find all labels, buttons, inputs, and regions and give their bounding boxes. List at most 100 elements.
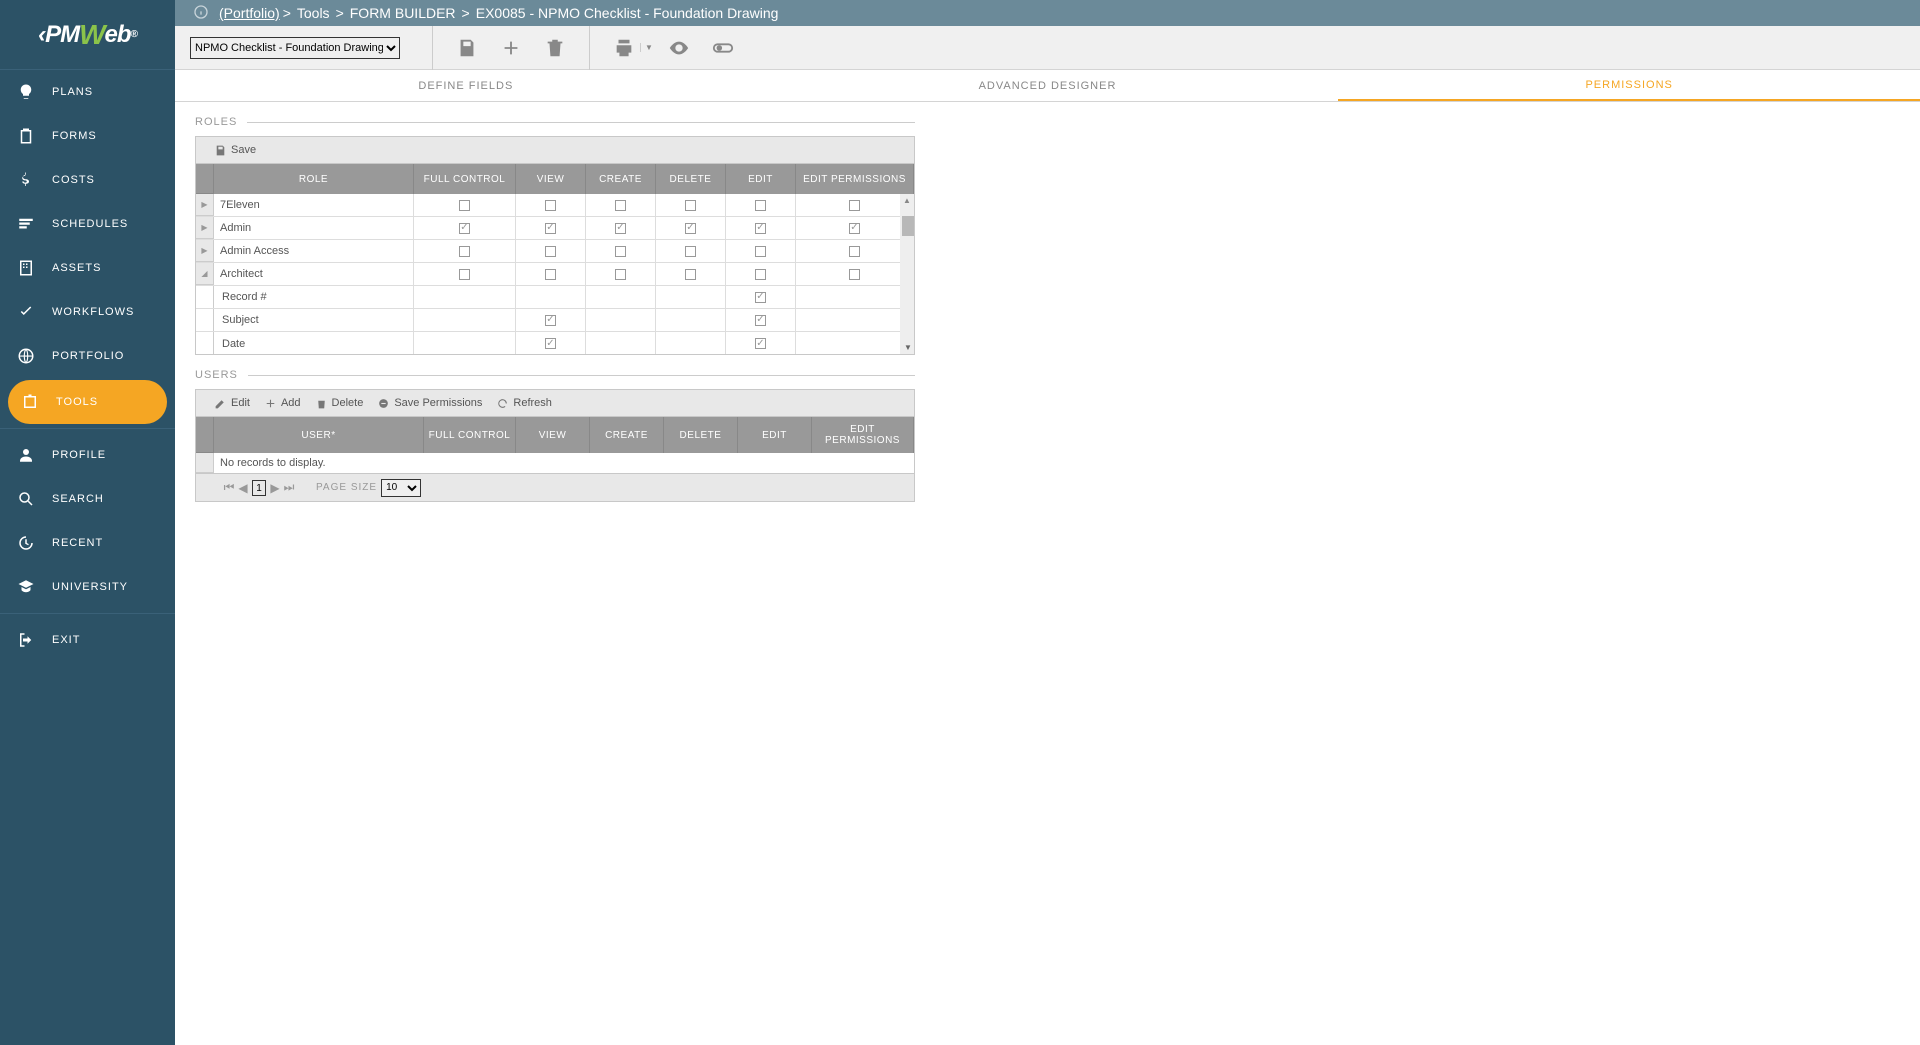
checkbox[interactable] bbox=[849, 223, 860, 234]
checkbox[interactable] bbox=[545, 338, 556, 349]
checkbox[interactable] bbox=[459, 200, 470, 211]
checkbox[interactable] bbox=[685, 200, 696, 211]
checkbox[interactable] bbox=[755, 246, 766, 257]
pager-last-icon[interactable]: ⏭ bbox=[282, 480, 296, 495]
nav-recent[interactable]: RECENT bbox=[0, 521, 175, 565]
col-create[interactable]: CREATE bbox=[586, 164, 656, 194]
col-user[interactable]: USER* bbox=[214, 417, 424, 453]
checkbox[interactable] bbox=[685, 269, 696, 280]
col-role[interactable]: ROLE bbox=[214, 164, 414, 194]
nav-university[interactable]: UNIVERSITY bbox=[0, 565, 175, 609]
checkbox[interactable] bbox=[755, 292, 766, 303]
table-row[interactable]: ◢ Architect bbox=[196, 263, 914, 286]
nav-workflows[interactable]: WORKFLOWS bbox=[0, 290, 175, 334]
nav-forms[interactable]: FORMS bbox=[0, 114, 175, 158]
checkbox[interactable] bbox=[615, 223, 626, 234]
checkbox[interactable] bbox=[545, 200, 556, 211]
nav-assets[interactable]: ASSETS bbox=[0, 246, 175, 290]
building-icon bbox=[14, 256, 38, 280]
checkbox[interactable] bbox=[615, 246, 626, 257]
col-fullcontrol[interactable]: FULL CONTROL bbox=[414, 164, 516, 194]
expand-icon[interactable]: ▶ bbox=[196, 217, 214, 239]
view-button[interactable] bbox=[663, 32, 695, 64]
breadcrumb-portfolio[interactable]: (Portfolio) bbox=[219, 5, 280, 21]
checkbox[interactable] bbox=[755, 200, 766, 211]
nav-search[interactable]: SEARCH bbox=[0, 477, 175, 521]
breadcrumb-formbuilder[interactable]: FORM BUILDER bbox=[350, 5, 456, 21]
collapse-icon[interactable]: ◢ bbox=[196, 263, 214, 285]
roles-save-button[interactable]: Save bbox=[214, 144, 256, 157]
breadcrumb-tools[interactable]: Tools bbox=[297, 5, 330, 21]
checkbox[interactable] bbox=[459, 269, 470, 280]
table-subrow[interactable]: Record # bbox=[196, 286, 914, 309]
scrollbar[interactable] bbox=[902, 216, 914, 236]
print-dropdown[interactable]: ▼ bbox=[640, 43, 653, 52]
table-row[interactable]: ▶ Admin bbox=[196, 217, 914, 240]
nav-plans[interactable]: PLANS bbox=[0, 70, 175, 114]
nav-schedules[interactable]: SCHEDULES bbox=[0, 202, 175, 246]
checkbox[interactable] bbox=[459, 246, 470, 257]
col-edit[interactable]: EDIT bbox=[738, 417, 812, 453]
expand-icon[interactable]: ▶ bbox=[196, 240, 214, 262]
add-button[interactable] bbox=[495, 32, 527, 64]
checkbox[interactable] bbox=[849, 200, 860, 211]
table-subrow[interactable]: Subject bbox=[196, 309, 914, 332]
expand-icon[interactable]: ▶ bbox=[196, 194, 214, 216]
users-delete-button[interactable]: Delete bbox=[315, 397, 364, 410]
delete-button[interactable] bbox=[539, 32, 571, 64]
checkbox[interactable] bbox=[459, 223, 470, 234]
nav-exit[interactable]: EXIT bbox=[0, 618, 175, 662]
toggle-button[interactable] bbox=[707, 32, 739, 64]
checkbox[interactable] bbox=[849, 246, 860, 257]
col-view[interactable]: VIEW bbox=[516, 164, 586, 194]
save-button[interactable] bbox=[451, 32, 483, 64]
pager-first-icon[interactable]: ⏮ bbox=[222, 480, 236, 495]
checkbox[interactable] bbox=[685, 246, 696, 257]
col-fullcontrol[interactable]: FULL CONTROL bbox=[424, 417, 516, 453]
checkbox[interactable] bbox=[615, 200, 626, 211]
checkbox[interactable] bbox=[849, 269, 860, 280]
col-edit[interactable]: EDIT bbox=[726, 164, 796, 194]
nav-portfolio[interactable]: PORTFOLIO bbox=[0, 334, 175, 378]
pager-prev-icon[interactable]: ◀ bbox=[236, 481, 250, 495]
col-editperm[interactable]: EDIT PERMISSIONS bbox=[812, 417, 914, 453]
tab-advanced-designer[interactable]: ADVANCED DESIGNER bbox=[757, 70, 1339, 101]
users-add-button[interactable]: Add bbox=[264, 397, 301, 410]
col-editperm[interactable]: EDIT PERMISSIONS bbox=[796, 164, 914, 194]
checkbox[interactable] bbox=[545, 223, 556, 234]
checkbox[interactable] bbox=[755, 315, 766, 326]
col-view[interactable]: VIEW bbox=[516, 417, 590, 453]
table-row[interactable]: ▶ Admin Access bbox=[196, 240, 914, 263]
table-subrow[interactable]: Date bbox=[196, 332, 914, 354]
checkbox[interactable] bbox=[755, 338, 766, 349]
info-icon[interactable] bbox=[193, 4, 209, 23]
checkbox[interactable] bbox=[545, 269, 556, 280]
users-refresh-button[interactable]: Refresh bbox=[496, 397, 552, 410]
col-delete[interactable]: DELETE bbox=[664, 417, 738, 453]
tab-permissions[interactable]: PERMISSIONS bbox=[1338, 70, 1920, 101]
page-number[interactable]: 1 bbox=[252, 480, 266, 496]
scroll-down-icon[interactable]: ▼ bbox=[902, 340, 914, 354]
page-size-select[interactable]: 10 bbox=[381, 479, 421, 497]
checkbox[interactable] bbox=[685, 223, 696, 234]
checkbox[interactable] bbox=[755, 223, 766, 234]
nav-costs[interactable]: COSTS bbox=[0, 158, 175, 202]
record-select[interactable]: NPMO Checklist - Foundation Drawing bbox=[190, 37, 400, 59]
table-row[interactable]: ▶ 7Eleven bbox=[196, 194, 914, 217]
checkbox[interactable] bbox=[545, 315, 556, 326]
col-create[interactable]: CREATE bbox=[590, 417, 664, 453]
pager-next-icon[interactable]: ▶ bbox=[268, 481, 282, 495]
nav-tools[interactable]: TOOLS bbox=[8, 380, 167, 424]
users-edit-button[interactable]: Edit bbox=[214, 397, 250, 410]
tab-define-fields[interactable]: DEFINE FIELDS bbox=[175, 70, 757, 101]
nav-profile[interactable]: PROFILE bbox=[0, 433, 175, 477]
checkbox[interactable] bbox=[545, 246, 556, 257]
checkbox[interactable] bbox=[755, 269, 766, 280]
roles-title: ROLES bbox=[195, 116, 237, 128]
checkbox[interactable] bbox=[615, 269, 626, 280]
graduation-icon bbox=[14, 575, 38, 599]
print-button[interactable] bbox=[608, 32, 640, 64]
users-saveperm-button[interactable]: Save Permissions bbox=[377, 397, 482, 410]
col-delete[interactable]: DELETE bbox=[656, 164, 726, 194]
toolbar: NPMO Checklist - Foundation Drawing ▼ bbox=[0, 26, 1920, 70]
